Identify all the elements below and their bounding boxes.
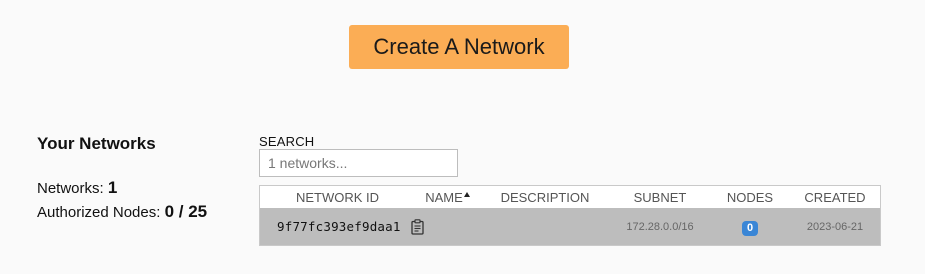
- networks-summary: Your Networks Networks: 1 Authorized Nod…: [37, 134, 237, 224]
- nodes-cell: 0: [710, 218, 790, 236]
- networks-count-line: Networks: 1: [37, 176, 237, 200]
- authorized-nodes-label: Authorized Nodes:: [37, 204, 161, 221]
- authorized-nodes-line: Authorized Nodes: 0 / 25: [37, 200, 237, 224]
- networks-count-label: Networks:: [37, 180, 104, 197]
- networks-table: NETWORK ID NAME DESCRIPTION SUBNET NODES…: [259, 185, 881, 246]
- networks-count-value: 1: [107, 178, 118, 197]
- created-cell: 2023-06-21: [806, 220, 864, 233]
- column-header-name-label: NAME: [425, 189, 463, 205]
- sort-ascending-icon: [463, 191, 470, 197]
- authorized-nodes-value: 0 / 25: [164, 202, 208, 221]
- search-label: SEARCH: [259, 134, 315, 149]
- search-input[interactable]: [259, 149, 458, 177]
- network-id-cell: 9f77fc393ef9daa1: [260, 218, 424, 235]
- column-header-subnet[interactable]: SUBNET: [610, 190, 710, 205]
- column-header-created[interactable]: CREATED: [790, 190, 880, 205]
- clipboard-icon[interactable]: [410, 218, 424, 235]
- your-networks-heading: Your Networks: [37, 134, 156, 153]
- subnet-cell: 172.28.0.0/16: [626, 220, 694, 233]
- nodes-count-badge: 0: [742, 220, 758, 236]
- network-id-value: 9f77fc393ef9daa1: [277, 219, 401, 234]
- table-row[interactable]: 9f77fc393ef9daa1 172.28.0.0/16 0 2023-06…: [260, 208, 880, 245]
- table-header: NETWORK ID NAME DESCRIPTION SUBNET NODES…: [260, 186, 880, 208]
- column-header-name[interactable]: NAME: [415, 190, 480, 205]
- column-header-description[interactable]: DESCRIPTION: [480, 190, 610, 205]
- create-network-button[interactable]: Create A Network: [349, 25, 569, 69]
- column-header-network-id[interactable]: NETWORK ID: [260, 190, 415, 205]
- column-header-nodes[interactable]: NODES: [710, 190, 790, 205]
